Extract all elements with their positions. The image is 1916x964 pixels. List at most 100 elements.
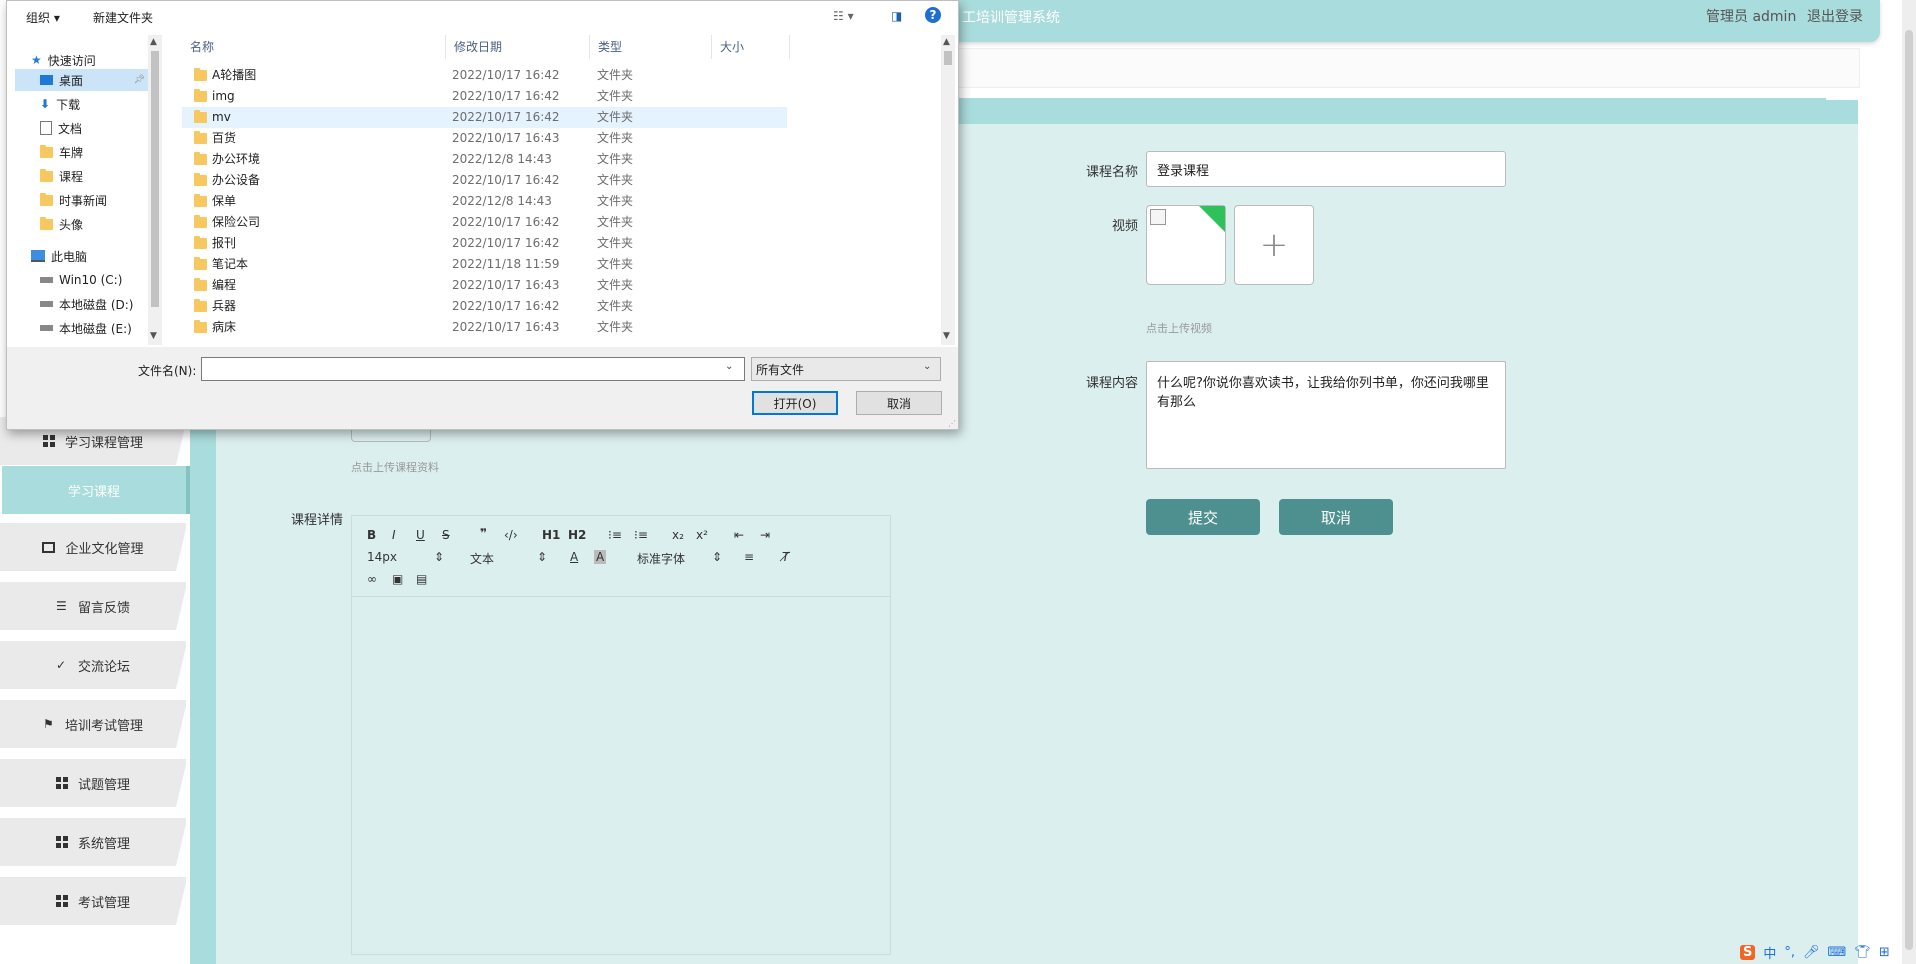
file-row[interactable]: 病床 2022/10/17 16:43 文件夹	[182, 317, 787, 338]
font-family-select[interactable]: 标准字体	[637, 550, 685, 567]
column-header-type[interactable]: 类型	[590, 35, 712, 59]
sidebar-item-exam[interactable]: 考试管理	[0, 877, 186, 925]
ordered-list-icon[interactable]: ⁝≡	[608, 528, 622, 542]
sogou-ime-icon[interactable]: S	[1740, 944, 1756, 960]
cancel-button[interactable]: 取消	[1279, 499, 1393, 535]
apps-grid-icon[interactable]: ⊞	[1879, 945, 1890, 960]
scroll-up-icon[interactable]: ▲	[150, 37, 157, 47]
file-type: 文件夹	[597, 236, 634, 250]
microphone-icon[interactable]: 🎤︎	[1803, 945, 1820, 960]
indent-icon[interactable]: ⇥	[760, 528, 770, 542]
video-upload-button[interactable]: +	[1234, 205, 1314, 285]
file-row[interactable]: 笔记本 2022/11/18 11:59 文件夹	[182, 254, 787, 275]
ime-mode[interactable]: 中	[1763, 943, 1776, 962]
link-icon[interactable]: ∞	[367, 572, 377, 586]
video-preview[interactable]	[1146, 205, 1226, 285]
file-row[interactable]: 保险公司 2022/10/17 16:42 文件夹	[182, 212, 787, 233]
file-list: 名称 修改日期 类型 大小 ^ A轮播图2022/10/17 16:42文件夹 …	[182, 35, 952, 345]
dialog-cancel-button[interactable]: 取消	[856, 391, 942, 415]
punct-mode[interactable]: °,	[1784, 945, 1795, 960]
preview-pane-icon[interactable]: ◨	[891, 9, 902, 23]
filename-input[interactable]	[201, 357, 745, 381]
sidebar-item-label: 系统管理	[77, 836, 130, 852]
quote-icon[interactable]: ❞	[480, 526, 487, 540]
clear-format-icon[interactable]: T̸	[782, 550, 789, 564]
file-row[interactable]: 报刊 2022/10/17 16:42 文件夹	[182, 233, 787, 254]
help-icon[interactable]: ?	[925, 7, 941, 23]
bullet-list-icon[interactable]: ⁝≡	[634, 528, 648, 542]
sidebar-item-forum[interactable]: ✓ 交流论坛	[0, 641, 186, 689]
chevron-down-icon[interactable]: ⌄	[923, 361, 931, 372]
scroll-down-icon[interactable]: ▼	[943, 331, 950, 341]
file-name: mv	[212, 110, 231, 124]
new-folder-button[interactable]: 新建文件夹	[93, 9, 153, 26]
chevron-down-icon[interactable]: ⌄	[725, 361, 733, 372]
font-size-select[interactable]: 14px	[367, 550, 397, 564]
file-row[interactable]: 百货 2022/10/17 16:43 文件夹	[182, 128, 787, 149]
grid-icon	[55, 836, 68, 848]
file-row[interactable]: 办公环境 2022/12/8 14:43 文件夹	[182, 149, 787, 170]
file-row[interactable]: mv 2022/10/17 16:42 文件夹	[182, 107, 787, 128]
file-row[interactable]: 保单 2022/12/8 14:43 文件夹	[182, 191, 787, 212]
submit-button[interactable]: 提交	[1146, 499, 1260, 535]
nav-label: 桌面	[59, 73, 84, 88]
sidebar-item-culture[interactable]: 企业文化管理	[0, 523, 186, 571]
editor-toolbar: B I U S ❞ ‹/› H1 H2 ⁝≡ ⁝≡ x₂ x² ⇤ ⇥ 14px…	[352, 516, 890, 597]
open-button[interactable]: 打开(O)	[752, 391, 838, 415]
header2-icon[interactable]: H2	[568, 528, 586, 542]
sidebar-item-system[interactable]: 系统管理	[0, 818, 186, 866]
sidebar-item-label: 学习课程管理	[64, 435, 143, 451]
folder-icon	[194, 89, 207, 102]
strike-icon[interactable]: S	[442, 528, 450, 542]
file-list-scroll-thumb[interactable]	[944, 51, 952, 65]
sidebar-item-course[interactable]: 学习课程	[2, 466, 190, 514]
superscript-icon[interactable]: x²	[696, 528, 708, 542]
sidebar-item-questions[interactable]: 试题管理	[0, 759, 186, 807]
header1-icon[interactable]: H1	[542, 528, 560, 542]
video-icon[interactable]: ▤	[416, 572, 427, 586]
page-scroll-thumb[interactable]	[1905, 30, 1913, 950]
outdent-icon[interactable]: ⇤	[734, 528, 744, 542]
bold-icon[interactable]: B	[367, 528, 376, 542]
page-scrollbar[interactable]	[1902, 0, 1916, 964]
column-header-size[interactable]: 大小	[712, 35, 790, 59]
resize-grip-icon[interactable]: ⋰	[948, 419, 956, 428]
view-options-icon[interactable]: ☷ ▾	[833, 9, 854, 23]
file-row[interactable]: img 2022/10/17 16:42 文件夹	[182, 86, 787, 107]
nav-scroll-thumb[interactable]	[151, 51, 159, 307]
current-user: 管理员 admin	[1706, 9, 1797, 25]
scroll-down-icon[interactable]: ▼	[150, 331, 157, 341]
font-color-icon[interactable]: A	[570, 550, 578, 564]
logout-link[interactable]: 退出登录	[1807, 6, 1863, 26]
background-color-icon[interactable]: A	[594, 550, 607, 564]
file-date: 2022/12/8 14:43	[452, 194, 552, 208]
align-icon[interactable]: ≡	[744, 550, 754, 564]
file-list-scrollbar[interactable]: ▲ ▼	[941, 35, 955, 345]
image-icon[interactable]: ▣	[392, 572, 403, 586]
nav-desktop[interactable]: 桌面 📌︎	[15, 69, 151, 91]
underline-icon[interactable]: U	[416, 528, 425, 542]
drive-icon	[40, 301, 53, 307]
code-icon[interactable]: ‹/›	[504, 528, 518, 542]
sidebar-item-label: 学习课程	[67, 484, 120, 500]
shirt-icon[interactable]: 👕︎	[1854, 945, 1871, 960]
keyboard-icon[interactable]: ⌨︎	[1828, 945, 1847, 960]
course-content-textarea[interactable]: 什么呢?你说你喜欢读书，让我给你列书单，你还问我哪里有那么	[1146, 361, 1506, 469]
sidebar-item-feedback[interactable]: ☰ 留言反馈	[0, 582, 186, 630]
column-header-date[interactable]: 修改日期	[446, 35, 590, 59]
sidebar-item-exam-train[interactable]: ⚑ 培训考试管理	[0, 700, 186, 748]
file-row[interactable]: 办公设备 2022/10/17 16:42 文件夹	[182, 170, 787, 191]
organize-button[interactable]: 组织 ▾	[26, 9, 60, 26]
file-date: 2022/10/17 16:42	[452, 68, 560, 82]
paragraph-select[interactable]: 文本	[470, 550, 494, 567]
file-type-filter[interactable]: 所有文件	[751, 357, 941, 381]
file-row[interactable]: 兵器 2022/10/17 16:42 文件夹	[182, 296, 787, 317]
italic-icon[interactable]: I	[392, 528, 396, 542]
scroll-up-icon[interactable]: ▲	[943, 37, 950, 47]
file-row[interactable]: 编程 2022/10/17 16:43 文件夹	[182, 275, 787, 296]
subscript-icon[interactable]: x₂	[672, 528, 684, 542]
nav-scrollbar[interactable]: ▲ ▼	[148, 35, 162, 345]
pin-icon[interactable]: 📌︎	[134, 75, 145, 85]
course-name-input[interactable]	[1146, 151, 1506, 187]
file-row[interactable]: A轮播图 2022/10/17 16:42 文件夹	[182, 65, 787, 86]
